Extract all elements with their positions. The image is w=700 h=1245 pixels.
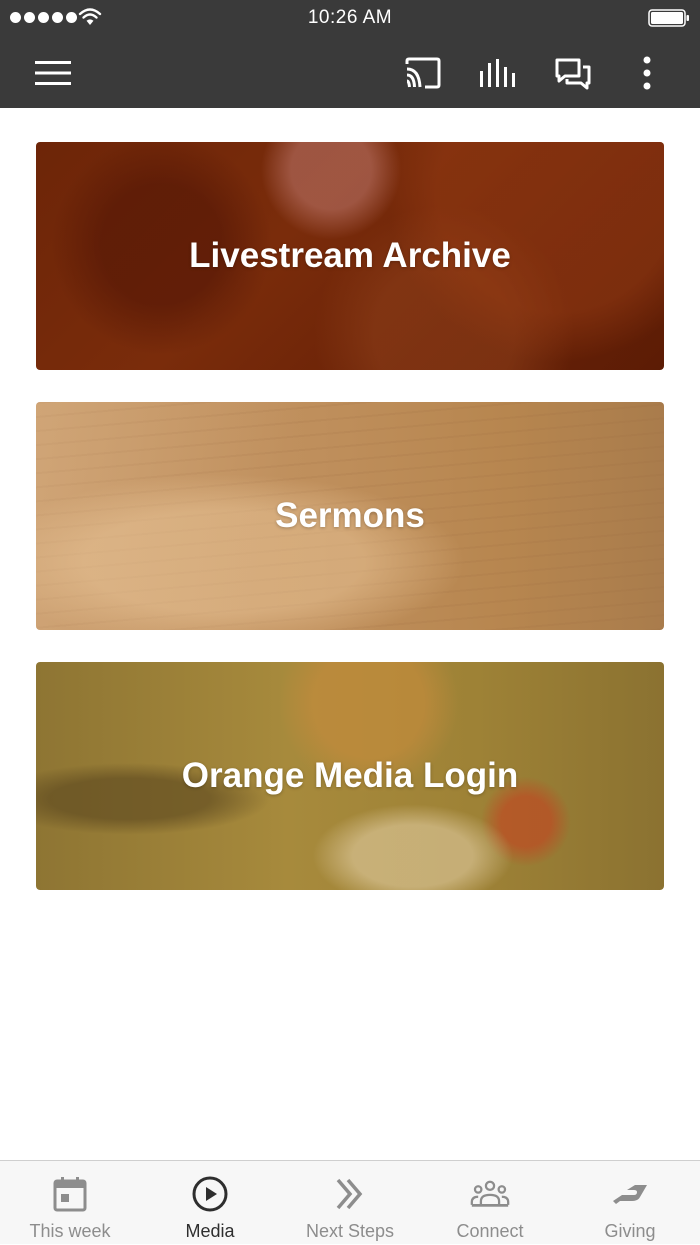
card-title: Orange Media Login xyxy=(181,756,519,795)
more-vertical-icon xyxy=(643,56,651,90)
status-time: 10:26 AM xyxy=(307,7,393,28)
tab-label: Giving xyxy=(604,1221,656,1241)
battery-icon xyxy=(648,9,689,27)
tab-media[interactable]: Media xyxy=(140,1161,280,1245)
group-icon xyxy=(470,1180,510,1207)
card-orange-media-login[interactable]: Orange Media Login xyxy=(36,662,664,890)
bottom-tab-bar: This week Media Next Steps Connect Givin… xyxy=(0,1160,700,1244)
play-circle-icon xyxy=(192,1176,228,1212)
menu-icon xyxy=(35,61,71,85)
tab-label: Media xyxy=(185,1221,235,1241)
more-options-button[interactable] xyxy=(625,51,669,95)
cast-button[interactable] xyxy=(401,51,445,95)
app-bar xyxy=(0,38,700,108)
media-list: Livestream Archive Sermons Orange Media … xyxy=(0,108,700,1160)
tab-label: Connect xyxy=(456,1221,524,1241)
giving-hand-icon xyxy=(613,1185,647,1204)
card-title: Sermons xyxy=(275,496,425,535)
tab-connect[interactable]: Connect xyxy=(420,1161,560,1245)
cast-icon xyxy=(405,57,441,89)
stats-button[interactable] xyxy=(476,51,520,95)
chat-button[interactable] xyxy=(551,51,595,95)
tab-next-steps[interactable]: Next Steps xyxy=(280,1161,420,1245)
double-chevron-right-icon xyxy=(336,1178,363,1210)
status-bar: 10:26 AM xyxy=(0,0,700,38)
tab-giving[interactable]: Giving xyxy=(560,1161,700,1245)
tab-label: This week xyxy=(29,1221,111,1241)
tab-label: Next Steps xyxy=(305,1221,395,1241)
card-livestream-archive[interactable]: Livestream Archive xyxy=(36,142,664,370)
calendar-icon xyxy=(53,1177,87,1212)
card-title: Livestream Archive xyxy=(189,236,511,275)
tab-this-week[interactable]: This week xyxy=(0,1161,140,1245)
menu-button[interactable] xyxy=(31,51,75,95)
stats-bars-icon xyxy=(480,59,515,87)
chat-icon xyxy=(555,58,591,90)
card-sermons[interactable]: Sermons xyxy=(36,402,664,630)
